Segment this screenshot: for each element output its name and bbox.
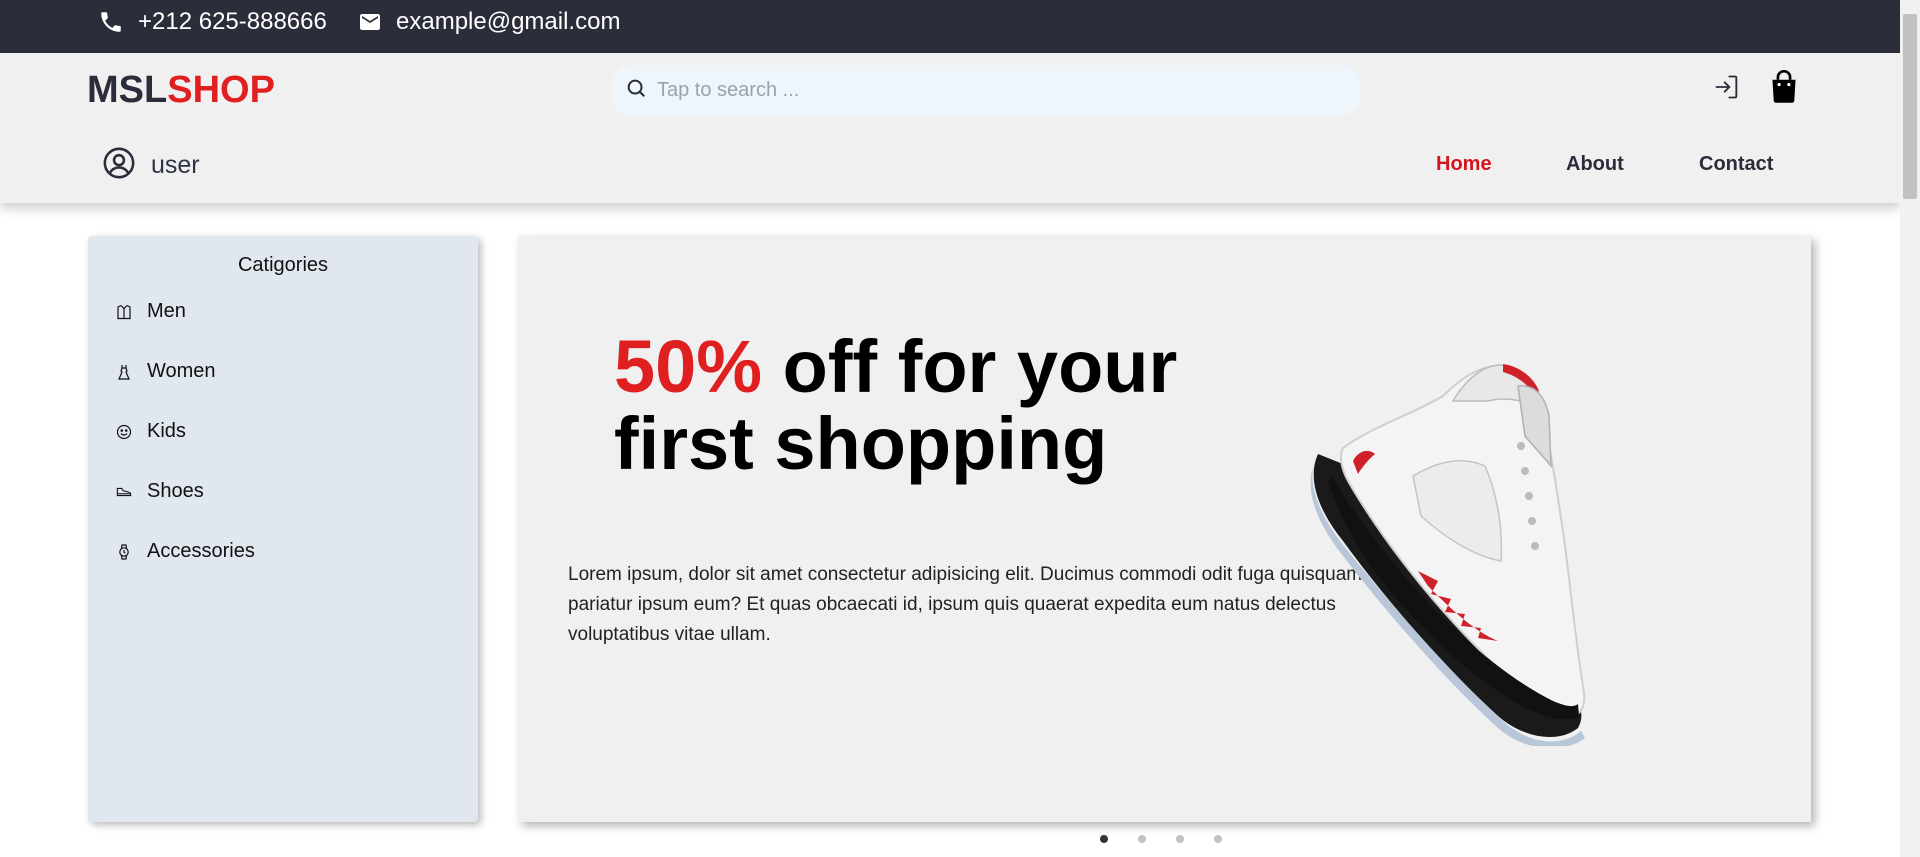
sidebar-item-label: Kids: [147, 420, 186, 442]
search-input[interactable]: [657, 79, 1337, 102]
logo-part1: MSL: [87, 69, 168, 111]
carousel-dot[interactable]: [1214, 835, 1222, 843]
user-menu[interactable]: user: [102, 146, 200, 185]
mail-icon: [358, 10, 382, 34]
watch-icon: [116, 543, 132, 560]
email-contact[interactable]: example@gmail.com: [358, 0, 620, 44]
hero-headline: 50% off for your first shopping: [614, 328, 1254, 482]
search-bar: [611, 65, 1361, 116]
email-address: example@gmail.com: [396, 8, 621, 35]
login-icon: [1713, 73, 1741, 106]
phone-icon: [98, 9, 124, 35]
sidebar-item-label: Men: [147, 300, 186, 322]
user-label: user: [151, 151, 200, 179]
shoe-icon: [116, 484, 132, 500]
nav-contact[interactable]: Contact: [1699, 153, 1773, 176]
search-icon[interactable]: [625, 77, 647, 104]
sidebar-item-label: Women: [147, 360, 216, 382]
sidebar-item-accessories[interactable]: Accessories: [116, 540, 255, 563]
dress-icon: [116, 364, 132, 380]
scrollbar-thumb[interactable]: [1903, 14, 1917, 199]
carousel-indicators: [1100, 835, 1252, 843]
sidebar-item-shoes[interactable]: Shoes: [116, 480, 204, 503]
top-contact-bar: +212 625-888666 example@gmail.com: [0, 0, 1900, 53]
cart-button[interactable]: [1768, 69, 1800, 109]
smiley-icon: [116, 424, 132, 440]
nav-home[interactable]: Home: [1436, 153, 1492, 176]
sidebar-item-label: Accessories: [147, 540, 255, 562]
sidebar-item-men[interactable]: Men: [116, 300, 186, 323]
phone-number: +212 625-888666: [138, 8, 327, 35]
carousel-dot[interactable]: [1138, 835, 1146, 843]
phone-contact[interactable]: +212 625-888666: [98, 0, 327, 44]
site-header: MSLSHOP user Home About Contact: [0, 53, 1900, 203]
page-scrollbar[interactable]: [1900, 0, 1920, 857]
sneaker-image: [1310, 364, 1586, 746]
carousel-dot[interactable]: [1176, 835, 1184, 843]
sidebar-title: Catigories: [237, 254, 329, 276]
sidebar-item-women[interactable]: Women: [116, 360, 216, 383]
carousel-dot[interactable]: [1100, 835, 1108, 843]
shirt-icon: [116, 304, 132, 320]
logo-part2: SHOP: [167, 69, 275, 111]
sidebar-item-label: Shoes: [147, 480, 204, 502]
hero-banner: 50% off for your first shopping Lorem ip…: [518, 236, 1811, 822]
user-avatar-icon: [102, 146, 136, 185]
hero-discount: 50%: [614, 325, 763, 408]
nav-about[interactable]: About: [1566, 153, 1624, 176]
shopping-bag-icon: [1769, 69, 1799, 109]
login-button[interactable]: [1712, 74, 1742, 104]
sidebar-item-kids[interactable]: Kids: [116, 420, 186, 443]
categories-sidebar: Catigories Men Women Kids Shoes Accessor…: [88, 236, 478, 822]
site-logo[interactable]: MSLSHOP: [87, 69, 275, 112]
hero-description: Lorem ipsum, dolor sit amet consectetur …: [568, 564, 1363, 645]
